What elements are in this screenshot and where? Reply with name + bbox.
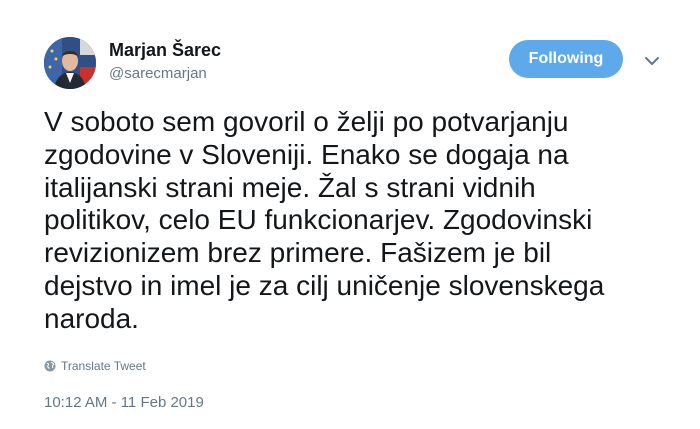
tweet-text-line: naroda. bbox=[44, 302, 139, 334]
tweet-text-line: politikov, celo EU funkcionarjev. Zgodov… bbox=[44, 204, 593, 236]
translate-tweet-label: Translate Tweet bbox=[61, 359, 146, 373]
tweet-timestamp[interactable]: 10:12 AM - 11 Feb 2019 bbox=[44, 394, 204, 411]
following-button[interactable]: Following bbox=[509, 40, 623, 78]
avatar[interactable] bbox=[44, 37, 96, 89]
tweet-text-line: V soboto sem govoril o želji po potvarja… bbox=[44, 106, 569, 137]
tweet-text-line: zgodovine v Sloveniji. Enako se dogaja n… bbox=[44, 138, 569, 170]
tweet-text-line: dejstvo in imel je za cilj uničenje slov… bbox=[44, 269, 605, 301]
user-handle[interactable]: @sarecmarjan bbox=[109, 65, 207, 82]
chevron-down-icon[interactable] bbox=[643, 54, 661, 68]
tweet-text-line: italijanski strani meje. Žal s strani vi… bbox=[44, 171, 536, 203]
user-name[interactable]: Marjan Šarec bbox=[109, 40, 221, 61]
tweet-card: Marjan Šarec @sarecmarjan Following V so… bbox=[0, 0, 700, 429]
globe-icon bbox=[44, 360, 56, 372]
translate-tweet-link[interactable]: Translate Tweet bbox=[44, 359, 146, 373]
tweet-text-line: revizionizem brez primere. Fašizem je bi… bbox=[44, 237, 552, 269]
tweet-text: V soboto sem govoril o želji po potvarja… bbox=[44, 106, 674, 336]
avatar-image bbox=[44, 37, 96, 89]
